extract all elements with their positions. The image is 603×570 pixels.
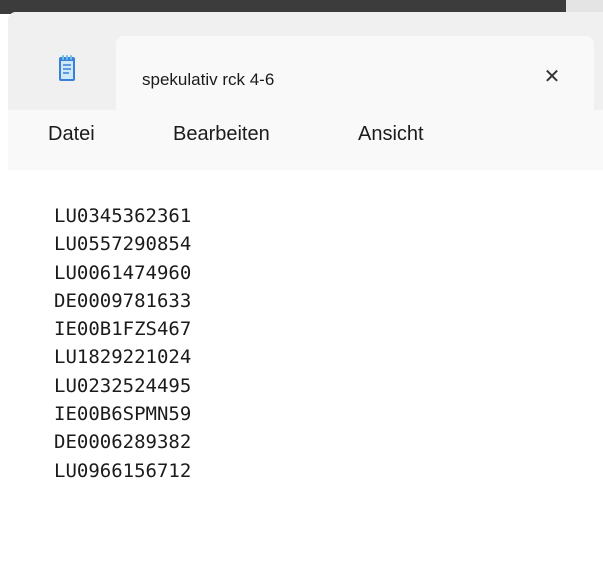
menu-datei[interactable]: Datei <box>48 123 95 146</box>
text-line: IE00B1FZS467 <box>54 318 192 341</box>
text-line: LU0345362361 <box>54 205 192 227</box>
text-line: LU0966156712 <box>54 459 192 482</box>
text-line: IE00B6SPMN59 <box>54 403 192 426</box>
tab-title: spekulativ rck 4-6 <box>142 70 275 89</box>
text-line: LU0232524495 <box>54 374 192 397</box>
text-line: LU0061474960 <box>54 261 192 284</box>
notepad-icon <box>59 55 75 81</box>
text-line: DE0009781633 <box>54 289 192 312</box>
text-line: DE0006289382 <box>54 431 192 454</box>
notepad-window: spekulativ rck 4-6 ✕ Datei Bearbeiten An… <box>8 12 603 570</box>
menu-bearbeiten[interactable]: Bearbeiten <box>173 123 270 146</box>
menu-bar <box>8 110 603 170</box>
text-line: LU0557290854 <box>54 233 192 256</box>
text-line: LU1829221024 <box>54 346 192 369</box>
document-text[interactable]: LU0345362361 LU0557290854 LU0061474960 D… <box>54 202 191 485</box>
menu-ansicht[interactable]: Ansicht <box>358 123 424 146</box>
close-tab-icon[interactable]: ✕ <box>538 62 566 90</box>
